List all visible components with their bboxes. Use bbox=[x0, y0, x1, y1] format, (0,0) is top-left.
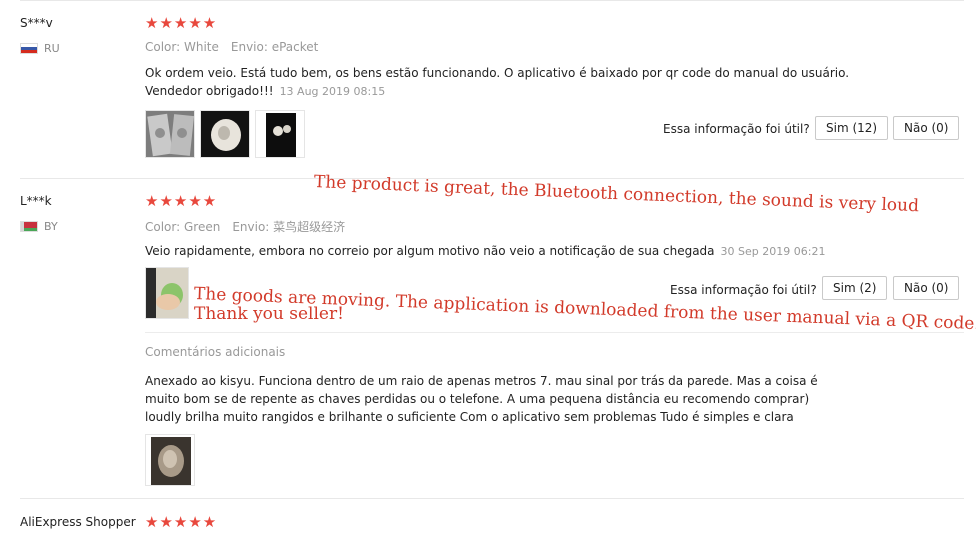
review-photo-4[interactable] bbox=[145, 267, 189, 319]
reviewer-name: L***k bbox=[20, 194, 52, 208]
star-rating: ★★★★★ bbox=[145, 192, 218, 210]
country-code: BY bbox=[44, 220, 58, 233]
reviewer-name: AliExpress Shopper bbox=[20, 515, 136, 529]
review-divider bbox=[20, 498, 964, 499]
color-attribute: Color: White bbox=[145, 40, 219, 54]
additional-comment-text: Anexado ao kisyu. Funciona dentro de um … bbox=[145, 372, 865, 426]
review-date: 30 Sep 2019 06:21 bbox=[720, 245, 826, 258]
review-text-line: Veio rapidamente, embora no correio por … bbox=[145, 244, 715, 258]
star-rating: ★★★★★ bbox=[145, 14, 218, 32]
review-meta: Color: Green Envio: 菜鸟超级经济 bbox=[145, 218, 345, 235]
review-photo-2[interactable] bbox=[200, 110, 250, 158]
additional-text-line: loudly brilha muito rangidos e brilhante… bbox=[145, 410, 794, 424]
additional-text-line: muito bom se de repente as chaves perdid… bbox=[145, 392, 810, 406]
flag-by-icon bbox=[20, 221, 38, 232]
review-photo-3[interactable] bbox=[255, 110, 305, 158]
helpful-question: Essa informação foi útil? bbox=[663, 122, 810, 136]
annotation-translation-3: Thank you seller! bbox=[194, 304, 344, 324]
star-rating: ★★★★★ bbox=[145, 513, 218, 531]
country-code: RU bbox=[44, 42, 60, 55]
divider-top bbox=[20, 0, 964, 1]
review-text: Veio rapidamente, embora no correio por … bbox=[145, 242, 905, 261]
additional-comments-label: Comentários adicionais bbox=[145, 345, 286, 359]
photo-packaging-icon bbox=[146, 111, 194, 157]
review-text-line: Vendedor obrigado!!! bbox=[145, 84, 274, 98]
photo-glow-icon bbox=[146, 435, 194, 485]
shipping-attribute: Envio: ePacket bbox=[230, 40, 319, 54]
review-text: Ok ordem veio. Está tudo bem, os bens es… bbox=[145, 64, 865, 101]
flag-ru-icon bbox=[20, 43, 38, 54]
review-date: 13 Aug 2019 08:15 bbox=[279, 85, 386, 98]
helpful-no-button[interactable]: Não (0) bbox=[893, 276, 960, 300]
helpful-yes-button[interactable]: Sim (2) bbox=[822, 276, 888, 300]
reviewer-name: S***v bbox=[20, 16, 53, 30]
shipping-attribute: Envio: 菜鸟超级经济 bbox=[232, 220, 346, 234]
photo-devices-icon bbox=[256, 111, 304, 157]
helpful-yes-button[interactable]: Sim (12) bbox=[815, 116, 889, 140]
additional-text-line: Anexado ao kisyu. Funciona dentro de um … bbox=[145, 374, 818, 388]
helpful-question: Essa informação foi útil? bbox=[670, 283, 817, 297]
review-meta: Color: White Envio: ePacket bbox=[145, 40, 318, 54]
reviewer-country: RU bbox=[20, 42, 60, 55]
reviewer-country: BY bbox=[20, 220, 58, 233]
photo-tracker-icon bbox=[201, 111, 249, 157]
helpful-no-button[interactable]: Não (0) bbox=[893, 116, 960, 140]
review-photo-1[interactable] bbox=[145, 110, 195, 158]
additional-divider bbox=[145, 332, 964, 333]
photo-green-tracker-icon bbox=[146, 268, 188, 318]
color-attribute: Color: Green bbox=[145, 220, 221, 234]
review-photo-5[interactable] bbox=[145, 434, 195, 486]
review-text-line: Ok ordem veio. Está tudo bem, os bens es… bbox=[145, 66, 850, 80]
